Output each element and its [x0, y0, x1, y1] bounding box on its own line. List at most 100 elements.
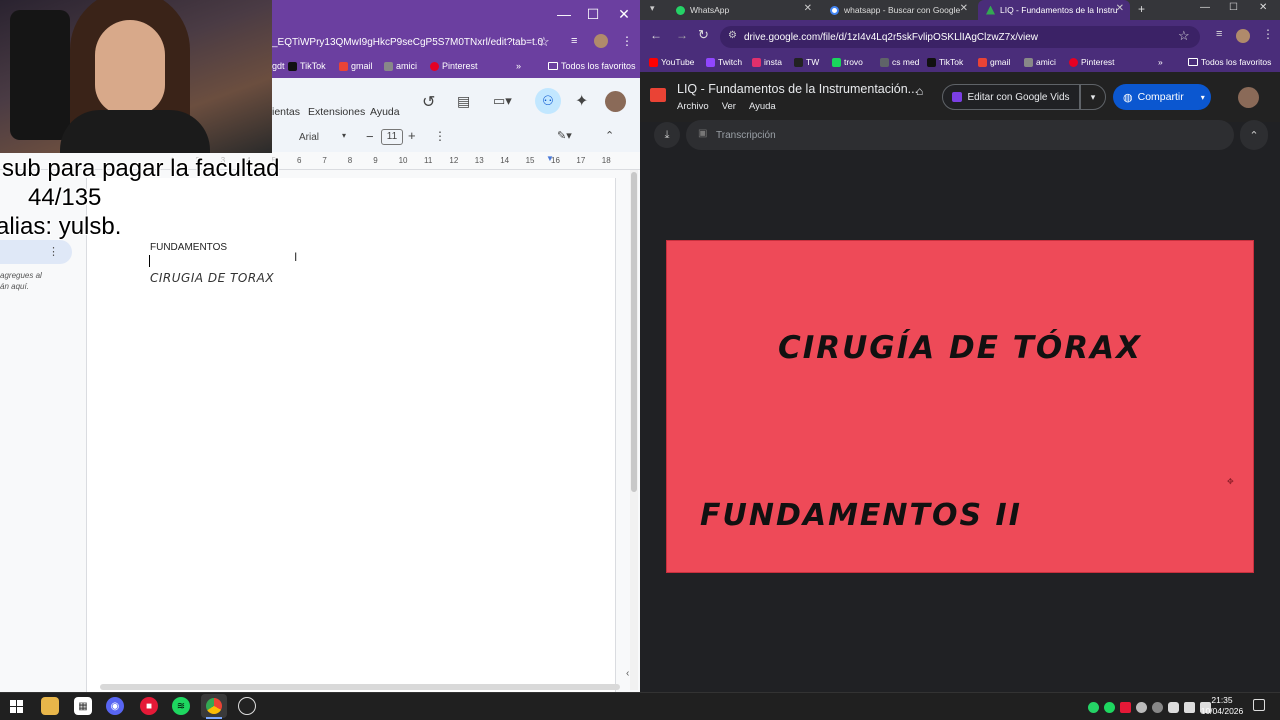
menu-extensiones[interactable]: Extensiones [308, 106, 365, 118]
network-icon[interactable] [1184, 701, 1195, 713]
menu-ver[interactable]: Ver [722, 101, 736, 112]
font-family-select[interactable]: Arial [299, 132, 319, 143]
bookmark-tiktok[interactable]: TikTok [288, 61, 326, 71]
edit-options-dropdown[interactable]: ▾ [1080, 84, 1106, 110]
collapse-menus-icon[interactable]: ⌃ [605, 129, 614, 142]
obs-tray-icon[interactable] [1136, 701, 1147, 713]
user-avatar[interactable] [605, 91, 626, 112]
bookmark-csmed[interactable]: cs med [880, 57, 919, 67]
bookmark-pinterest[interactable]: Pinterest [430, 61, 478, 71]
notifications-icon[interactable] [1253, 699, 1265, 711]
menu-ayuda[interactable]: Ayuda [749, 101, 776, 112]
close-tab-icon[interactable]: ✕ [960, 3, 968, 14]
font-size-input[interactable]: 11 [381, 129, 403, 145]
chevron-left-icon[interactable]: ‹ [626, 668, 629, 679]
doc-page[interactable] [86, 178, 616, 698]
left-url-text[interactable]: _EQTiWPry13QMwI9gHkcP9seCgP5S7M0TNxrl/ed… [272, 37, 543, 48]
outline-tab[interactable]: ⋮ [0, 240, 72, 264]
bookmark-tw[interactable]: TW [794, 57, 819, 67]
right-close-button[interactable]: ✕ [1259, 2, 1267, 13]
download-icon[interactable]: ⤓ [654, 122, 680, 148]
file-explorer-icon[interactable] [41, 697, 59, 715]
bookmark-tiktok[interactable]: TikTok [927, 57, 963, 67]
bookmark-amici[interactable]: amici [1024, 57, 1056, 67]
bookmark-trovo[interactable]: trovo [832, 57, 863, 67]
microphone-icon[interactable] [1168, 701, 1179, 713]
spotify-tray-icon[interactable] [1104, 701, 1115, 713]
media-icon[interactable]: ≡ [571, 35, 577, 47]
edit-with-vids-button[interactable]: Editar con Google Vids [942, 84, 1080, 110]
windows-start-icon[interactable] [7, 697, 25, 715]
bookmark-amici[interactable]: amici [384, 61, 417, 71]
chrome-taskbar-button[interactable] [201, 694, 227, 718]
browser-menu-icon[interactable]: ⋮ [621, 34, 633, 48]
bookmark-insta[interactable]: insta [752, 57, 782, 67]
bookmark-pinterest[interactable]: Pinterest [1069, 57, 1115, 67]
share-person-icon[interactable]: ⚇ [535, 88, 561, 114]
tab-search-icon[interactable]: ▾ [650, 3, 655, 14]
comments-icon[interactable]: ▤ [457, 93, 470, 110]
doc-text-cirugia[interactable]: CIRUGIA DE TORAX [150, 271, 274, 285]
system-clock[interactable]: 21:35 10/04/2026 [1198, 695, 1246, 717]
all-bookmarks-folder[interactable]: Todos los favoritos [1188, 57, 1271, 67]
bookmark-gmail[interactable]: gmail [978, 57, 1010, 67]
profile-avatar-icon[interactable] [1236, 29, 1250, 43]
star-icon[interactable]: ☆ [1178, 28, 1190, 44]
right-url-field[interactable]: ⚙ drive.google.com/file/d/1zI4v4Lq2r5skF… [720, 26, 1200, 48]
tab-drive-file[interactable]: LIQ - Fundamentos de la Instru ✕ [978, 0, 1130, 20]
store-icon[interactable]: ▦ [74, 697, 92, 715]
more-options-icon[interactable]: ⋮ [434, 129, 446, 143]
spotify-icon[interactable]: ≋ [172, 697, 190, 715]
site-info-icon[interactable]: ⚙ [728, 30, 737, 41]
whatsapp-tray-icon[interactable] [1088, 701, 1099, 713]
bookmark-youtube[interactable]: YouTube [649, 57, 694, 67]
media-icon[interactable]: ≡ [1216, 28, 1222, 40]
maximize-button[interactable]: ☐ [578, 0, 608, 28]
decrease-font-size-button[interactable]: − [366, 129, 374, 144]
all-bookmarks-folder[interactable]: Todos los favoritos [548, 61, 636, 71]
minimize-button[interactable]: — [549, 0, 579, 28]
vertical-scrollbar-thumb[interactable] [631, 172, 637, 492]
increase-font-size-button[interactable]: + [408, 128, 416, 143]
transcript-bar[interactable]: ▣ Transcripción [686, 120, 1234, 150]
chevron-down-icon[interactable]: ▾ [342, 131, 346, 140]
reload-icon[interactable]: ↻ [698, 27, 709, 43]
editing-mode-pencil-icon[interactable]: ✎▾ [557, 129, 572, 142]
history-icon[interactable]: ↺ [422, 92, 435, 112]
bookmark-gmail[interactable]: gmail [339, 61, 373, 71]
close-button[interactable]: ✕ [609, 0, 639, 28]
close-tab-icon[interactable]: ✕ [804, 3, 812, 14]
doc-text-fundamentos[interactable]: FUNDAMENTOS [150, 242, 227, 253]
profile-avatar-icon[interactable] [594, 34, 608, 48]
settings-tray-icon[interactable] [1152, 701, 1163, 713]
gemini-icon[interactable]: ✦ [575, 91, 588, 111]
viewer-user-avatar[interactable] [1238, 87, 1259, 108]
more-bookmarks-icon[interactable]: » [516, 61, 521, 71]
share-button[interactable]: ◍ Compartir ▾ [1113, 84, 1211, 110]
browser-menu-icon[interactable]: ⋮ [1262, 27, 1274, 41]
right-minimize-button[interactable]: — [1200, 2, 1210, 13]
more-bookmarks-icon[interactable]: » [1158, 57, 1163, 67]
meet-icon[interactable]: ▭▾ [493, 93, 512, 109]
discord-icon[interactable]: ◉ [106, 697, 124, 715]
viewer-file-title[interactable]: LIQ - Fundamentos de la Instrumentación.… [677, 82, 918, 96]
obs-icon[interactable] [238, 697, 256, 715]
app-tray-icon[interactable] [1120, 701, 1131, 713]
menu-ayuda[interactable]: Ayuda [370, 106, 400, 118]
menu-archivo[interactable]: Archivo [677, 101, 709, 112]
tab-whatsapp[interactable]: WhatsApp ✕ [668, 0, 818, 20]
new-tab-button[interactable]: + [1138, 2, 1145, 16]
bookmark-gdt[interactable]: gdt [272, 61, 285, 71]
forward-icon[interactable]: → [676, 28, 688, 42]
star-icon[interactable]: ☆ [538, 34, 550, 50]
menu-herramientas[interactable]: ientas [272, 106, 300, 118]
horizontal-scrollbar[interactable] [100, 684, 620, 690]
right-maximize-button[interactable]: ☐ [1229, 2, 1238, 13]
collapse-icon[interactable]: ⌃ [1240, 120, 1268, 150]
outline-more-icon[interactable]: ⋮ [48, 245, 59, 258]
indent-marker-icon[interactable]: ▼ [546, 154, 554, 163]
tab-google-search[interactable]: whatsapp - Buscar con Google ✕ [822, 0, 974, 20]
bookmark-twitch[interactable]: Twitch [706, 57, 742, 67]
red-app-icon[interactable]: ■ [140, 697, 158, 715]
close-tab-icon[interactable]: ✕ [1116, 3, 1124, 14]
